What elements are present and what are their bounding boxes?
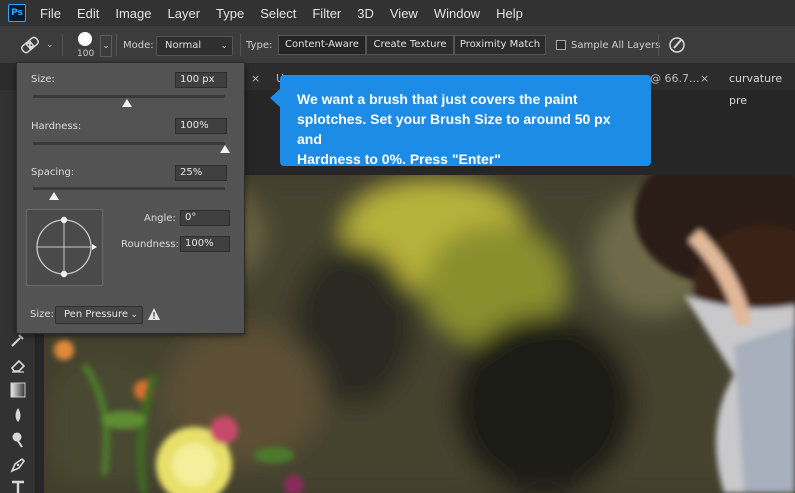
size-slider-track[interactable] (33, 95, 225, 98)
dodge-icon[interactable] (8, 430, 28, 450)
angle-input[interactable]: 0° (180, 210, 230, 226)
type-proximity-match-button[interactable]: Proximity Match (454, 35, 546, 55)
menu-image[interactable]: Image (115, 6, 151, 21)
menu-select[interactable]: Select (260, 6, 296, 21)
pen-icon[interactable] (8, 455, 28, 475)
spacing-slider-track[interactable] (33, 187, 225, 190)
chevron-down-icon: ⌄ (102, 41, 110, 51)
tab-close-icon[interactable]: × (251, 68, 260, 90)
brush-preset-picker: Size: 100 px Hardness: 100% Spacing: 25%… (16, 62, 245, 334)
menu-3d[interactable]: 3D (357, 6, 374, 21)
options-bar: ⌄ 100 ⌄ Mode: Normal ⌄ Type: Content-Awa… (0, 26, 795, 64)
tooltip-line: We want a brush that just covers the pai… (297, 91, 578, 107)
blur-icon[interactable] (8, 405, 28, 425)
brush-preset-icon[interactable] (78, 32, 92, 46)
divider (240, 34, 241, 56)
chevron-down-icon: ⌄ (220, 41, 228, 51)
gradient-icon[interactable] (8, 380, 28, 400)
brush-angle-preview[interactable] (26, 209, 103, 286)
hardness-label: Hardness: (31, 121, 82, 132)
warning-icon[interactable] (147, 307, 161, 321)
chevron-down-icon[interactable]: ⌄ (46, 40, 54, 50)
spacing-label: Spacing: (31, 167, 75, 178)
menu-bar: Ps File Edit Image Layer Type Select Fil… (0, 0, 795, 26)
size-slider-thumb[interactable] (122, 99, 133, 107)
sample-all-layers-label[interactable]: Sample All Layers (571, 40, 660, 51)
divider (658, 34, 659, 56)
size-control-label: Size: (30, 309, 54, 320)
healing-brush-icon[interactable] (18, 35, 42, 55)
tooltip-line: Hardness to 0%. Press "Enter" (297, 151, 501, 167)
document-tab-curvature[interactable]: curvature pre (729, 68, 795, 107)
type-label: Type: (246, 40, 273, 51)
menu-file[interactable]: File (40, 6, 61, 21)
divider (62, 34, 63, 56)
size-input[interactable]: 100 px (175, 72, 227, 88)
eraser-icon[interactable] (8, 355, 28, 375)
brush-size-readout: 100 (77, 49, 95, 59)
chevron-down-icon: ⌄ (130, 310, 138, 320)
menu-type[interactable]: Type (216, 6, 244, 21)
menu-view[interactable]: View (390, 6, 418, 21)
sample-all-layers-checkbox[interactable] (556, 40, 566, 50)
hardness-slider-thumb[interactable] (220, 145, 230, 153)
type-tool-icon[interactable] (8, 478, 28, 493)
hardness-input[interactable]: 100% (175, 118, 227, 134)
divider (116, 34, 117, 56)
roundness-label: Roundness: (121, 239, 179, 250)
tab-close-icon[interactable]: × (700, 68, 709, 90)
mode-value: Normal (165, 40, 202, 51)
size-control-select[interactable]: Pen Pressure ⌄ (55, 306, 143, 324)
angle-roundness-dial[interactable] (27, 210, 102, 285)
size-control-value: Pen Pressure (64, 309, 129, 320)
mode-label: Mode: (123, 40, 154, 51)
mode-select[interactable]: Normal ⌄ (156, 36, 233, 56)
document-tab-zoom[interactable]: @ 66.7... (650, 68, 699, 90)
type-create-texture-button[interactable]: Create Texture (366, 35, 454, 55)
size-label: Size: (31, 74, 55, 85)
pressure-icon[interactable] (668, 36, 686, 54)
menu-edit[interactable]: Edit (77, 6, 99, 21)
tooltip-line: splotches. Set your Brush Size to around… (297, 111, 611, 147)
menu-layer[interactable]: Layer (168, 6, 201, 21)
menu-filter[interactable]: Filter (312, 6, 341, 21)
spacing-input[interactable]: 25% (175, 165, 227, 181)
hardness-slider-track[interactable] (33, 142, 225, 145)
menu-help[interactable]: Help (496, 6, 523, 21)
menu-window[interactable]: Window (434, 6, 480, 21)
spacing-slider-thumb[interactable] (49, 192, 60, 200)
photoshop-logo: Ps (8, 4, 26, 22)
type-content-aware-button[interactable]: Content-Aware (278, 35, 366, 55)
angle-label: Angle: (144, 213, 176, 224)
brush-picker-toggle[interactable]: ⌄ (100, 35, 112, 57)
tutorial-tooltip: We want a brush that just covers the pai… (280, 75, 651, 167)
roundness-input[interactable]: 100% (180, 236, 230, 252)
